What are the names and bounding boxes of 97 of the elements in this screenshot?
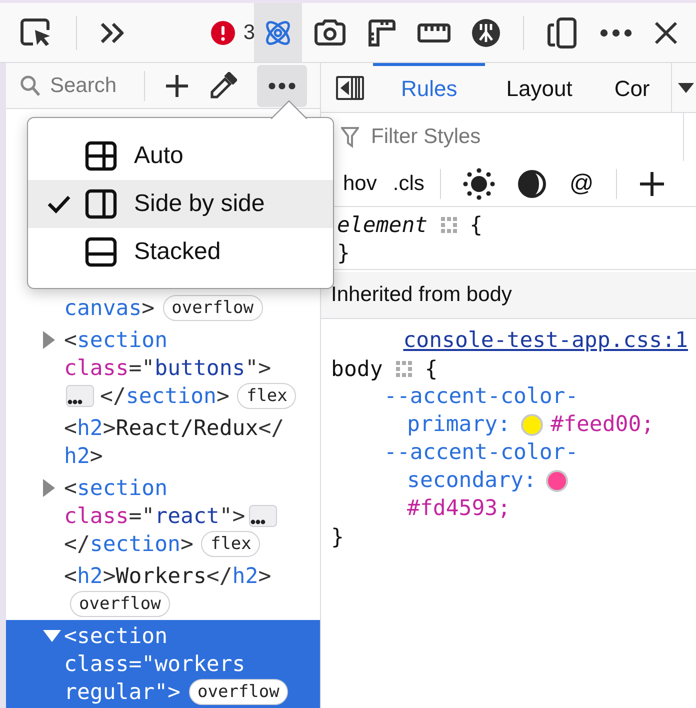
markup-punctuation: =" [128,652,155,676]
color-swatch[interactable] [520,414,543,436]
markup-punctuation: </ [64,532,90,556]
markup-node[interactable]: <section class="react"> </section> flex [6,472,320,560]
add-rule-icon[interactable] [638,170,665,196]
display-badge[interactable]: overflow [188,679,288,705]
search-field[interactable]: Search [48,72,124,98]
menu-item[interactable]: Side by side [28,180,333,228]
at-rules-button[interactable]: @ [569,170,594,198]
markup-punctuation: > [216,384,230,408]
moon-icon[interactable] [517,168,548,198]
markup-punctuation: > [180,532,194,556]
attribute-name: class [64,356,129,380]
menu-item[interactable]: Auto [28,132,333,180]
more-options-icon[interactable] [600,28,632,36]
markup-punctuation: < [64,416,77,440]
tag-name: h2 [232,564,258,588]
display-badge[interactable]: overflow [162,295,263,321]
columns-layout-icon [85,189,117,219]
markup-node[interactable]: <section class="buttons"> </section> flex [6,324,320,412]
display-badge[interactable]: flex [237,383,296,409]
markup-node[interactable]: canvas> overflow [6,292,320,324]
display-badge[interactable]: overflow [70,591,170,617]
markup-punctuation: > [258,564,272,588]
atom-icon[interactable] [254,3,302,62]
collapsed-content-icon[interactable] [249,505,278,527]
close-icon[interactable] [654,20,678,44]
rule-brace: { [470,212,483,238]
tag-name: section [76,624,168,648]
rule-selector: element [337,212,428,238]
rows-layout-icon [85,237,117,267]
tag-name: section [90,532,180,556]
markup-punctuation: > [142,296,155,320]
tag-name: section [76,476,168,500]
rule-selector: body [331,356,383,382]
display-badge[interactable]: flex [201,531,260,557]
markup-punctuation: < [64,328,77,352]
markup-node[interactable]: <h2>Workers</h2> overflow [6,560,320,620]
stylesheet-link[interactable]: console-test-app.css:1 [403,328,688,352]
attribute-value: regular [64,680,155,704]
property-name: primary: [407,411,511,439]
more-options-icon[interactable] [257,64,307,106]
attribute-value: buttons [154,356,246,380]
markup-punctuation: =" [128,504,155,528]
tag-name: h2 [64,444,90,468]
sidebar-tab[interactable]: Cor [593,63,671,112]
checkmark-icon [47,194,71,214]
grid-layout-icon [85,141,117,171]
filter-icon [341,126,359,148]
text-content: Workers [116,564,206,588]
attribute-name: class [64,504,129,528]
add-node-icon[interactable] [165,74,189,98]
inherited-header: Inherited from body [321,272,696,319]
attribute-value: react [154,504,220,528]
markup-punctuation: > [102,416,116,440]
text-content: React/Redux [116,416,258,440]
rule-brace: { [424,356,438,382]
markup-punctuation: =" [128,356,155,380]
markup-punctuation: < [64,564,77,588]
markup-node[interactable]: <h2>React/Redux</ h2> [6,412,320,472]
tag-name: h2 [76,564,103,588]
sidebar-tab[interactable]: Rules [373,63,486,112]
property-value: #fd4593; [407,495,511,523]
filter-styles-field[interactable]: Filter Styles [369,124,573,150]
property-name: --accent-color- [384,383,578,411]
tag-name: section [76,328,168,352]
property-value: #feed00; [550,411,654,439]
markup-punctuation: </ [100,384,126,408]
markup-punctuation: "> [219,504,246,528]
markup-punctuation: </ [258,416,284,440]
collapsed-content-icon[interactable] [66,385,94,407]
rule-brace: } [337,240,350,266]
markup-punctuation: "> [154,680,180,704]
markup-punctuation: "> [245,356,272,380]
markup-punctuation: < [64,476,77,500]
markup-node[interactable]: <section class="workers regular"> overflow [6,620,320,708]
tag-name: canvas [64,296,142,320]
pseudo-class-toggle[interactable]: hov [343,172,377,196]
rule-brace: } [331,524,344,550]
sun-icon[interactable] [463,168,496,200]
responsive-design-icon[interactable] [546,16,578,48]
search-icon [20,74,40,98]
property-name: --accent-color- [384,439,578,467]
eyedropper-icon[interactable] [209,72,237,100]
attribute-name: class [64,652,129,676]
markup-punctuation: < [64,624,77,648]
markup-punctuation: </ [206,564,232,588]
attribute-value: workers [154,652,246,676]
markup-punctuation: > [90,444,103,468]
tag-name: h2 [76,416,103,440]
tag-name: section [126,384,216,408]
markup-punctuation: > [102,564,116,588]
class-toggle[interactable]: .cls [392,172,424,196]
sidebar-tab[interactable]: Layout [485,63,594,112]
tabs-dropdown-icon[interactable] [670,63,696,112]
property-name: secondary: [407,467,536,495]
color-swatch[interactable] [546,470,568,492]
